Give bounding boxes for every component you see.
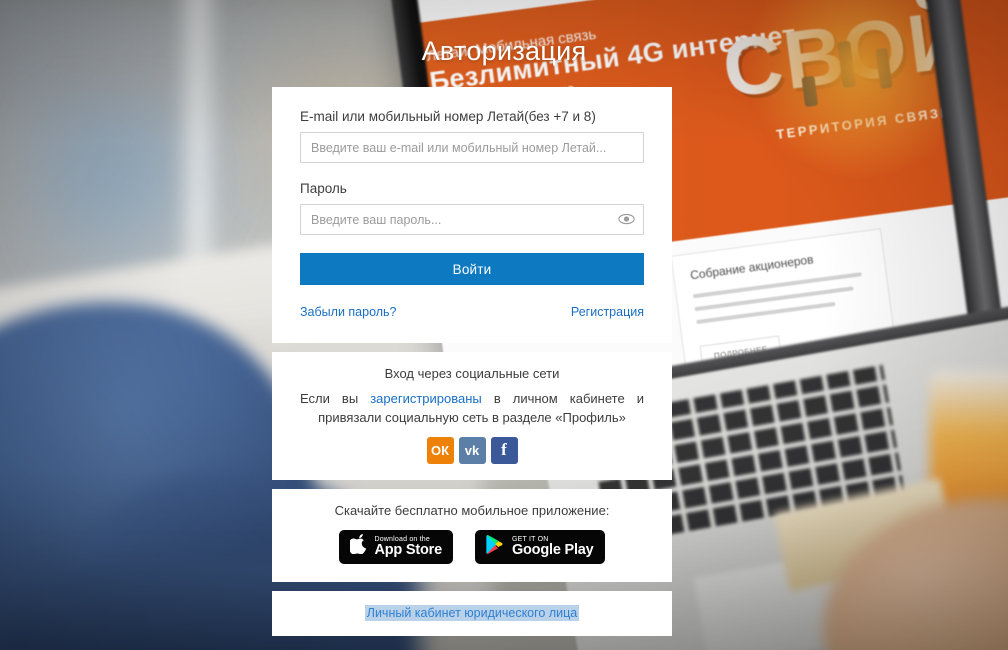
panel-divider	[272, 582, 672, 591]
email-input-wrap	[300, 132, 644, 163]
password-input[interactable]	[300, 204, 644, 235]
legal-entity-link[interactable]: Личный кабинет юридического лица	[364, 604, 580, 621]
eye-icon[interactable]	[617, 211, 635, 227]
forgot-password-link[interactable]: Забыли пароль?	[300, 305, 397, 319]
register-link[interactable]: Регистрация	[571, 305, 644, 319]
page-title: Авторизация	[421, 36, 587, 66]
odnoklassniki-icon[interactable]: ОК	[426, 436, 454, 464]
app-store-title: App Store	[374, 541, 442, 558]
panel-divider	[272, 343, 672, 352]
apps-title: Скачайте бесплатно мобильное приложение:	[334, 502, 610, 518]
google-play-text: GET IT ON Google Play	[512, 536, 594, 558]
registered-link[interactable]: зарегистрированы	[370, 391, 482, 406]
email-label: E-mail или мобильный номер Летай(без +7 …	[300, 109, 596, 124]
vk-icon[interactable]: vk	[458, 436, 486, 464]
social-title: Вход через социальные сети	[384, 366, 560, 381]
social-login-panel: Вход через социальные сети Если вы зарег…	[272, 352, 672, 480]
social-icons: ОК vk f	[300, 436, 644, 464]
facebook-icon[interactable]: f	[490, 436, 518, 464]
mobile-apps-panel: Скачайте бесплатно мобильное приложение:…	[272, 488, 672, 582]
login-form-panel: E-mail или мобильный номер Летай(без +7 …	[272, 87, 672, 343]
email-input[interactable]	[300, 132, 644, 163]
password-label: Пароль	[300, 181, 347, 196]
google-play-icon	[486, 534, 505, 560]
app-store-button[interactable]: Download on the App Store	[339, 529, 453, 564]
social-description: Если вы зарегистрированы в личном кабине…	[300, 390, 644, 428]
password-input-wrap	[300, 204, 644, 235]
google-play-title: Google Play	[511, 541, 594, 558]
form-links-row: Забыли пароль? Регистрация	[300, 305, 644, 319]
app-badges: Download on the App Store GET IT ON Goog…	[300, 529, 644, 564]
panel-divider	[272, 480, 672, 489]
login-card: E-mail или мобильный номер Летай(без +7 …	[272, 87, 672, 636]
social-desc-before: Если вы	[300, 391, 371, 406]
apple-icon	[348, 534, 367, 559]
google-play-button[interactable]: GET IT ON Google Play	[474, 529, 605, 564]
app-store-text: Download on the App Store	[374, 536, 442, 558]
legal-entity-panel: Личный кабинет юридического лица	[272, 590, 672, 636]
login-button[interactable]: Войти	[300, 253, 644, 285]
